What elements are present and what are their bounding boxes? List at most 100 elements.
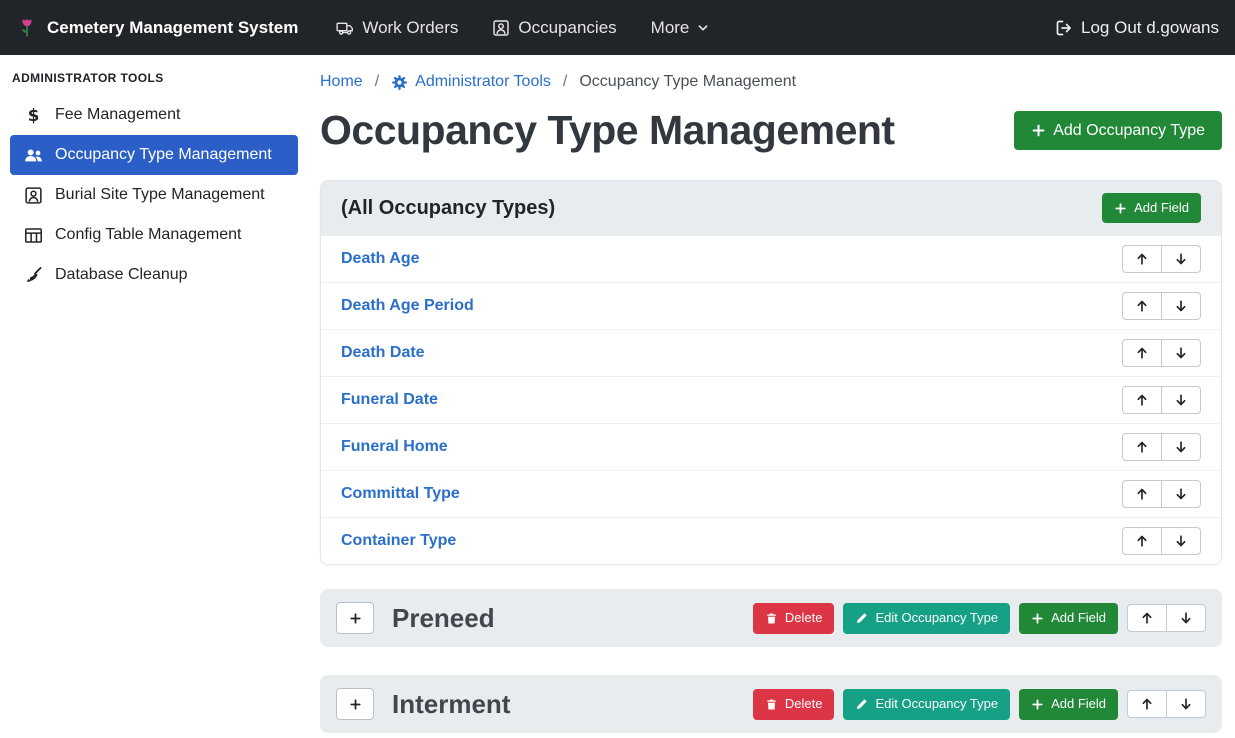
plus-icon xyxy=(1031,123,1046,138)
arrow-up-icon xyxy=(1135,252,1149,266)
add-field-button[interactable]: Add Field xyxy=(1019,603,1118,633)
arrow-up-icon xyxy=(1135,299,1149,313)
sidebar-item-label: Database Cleanup xyxy=(55,266,188,284)
field-link-funeral-date[interactable]: Funeral Date xyxy=(341,391,438,409)
arrow-down-icon xyxy=(1174,440,1188,454)
arrow-down-icon xyxy=(1174,534,1188,548)
sidebar-item-burial-site-type-management[interactable]: Burial Site Type Management xyxy=(0,175,308,215)
field-link-committal-type[interactable]: Committal Type xyxy=(341,485,460,503)
field-row: Committal Type xyxy=(321,470,1221,517)
all-occupancy-types-header: (All Occupancy Types) Add Field xyxy=(321,181,1221,235)
occupancy-portrait-icon xyxy=(492,19,510,37)
arrow-down-icon xyxy=(1174,346,1188,360)
section-actions: Delete Edit Occupancy Type Add Field xyxy=(753,689,1206,719)
plus-icon xyxy=(1031,698,1044,711)
app-brand[interactable]: Cemetery Management System xyxy=(16,17,298,39)
occupancy-type-sections: Preneed Delete Edit Occupancy Type Add F… xyxy=(320,589,1222,733)
move-down-button[interactable] xyxy=(1166,604,1206,632)
breadcrumb: Home / Administrator Tools / Occupancy T… xyxy=(320,73,1222,91)
move-up-button[interactable] xyxy=(1127,604,1167,632)
arrow-up-icon xyxy=(1135,346,1149,360)
nav-occupancies[interactable]: Occupancies xyxy=(492,18,616,38)
breadcrumb-current: Occupancy Type Management xyxy=(579,73,796,91)
move-up-button[interactable] xyxy=(1122,339,1162,367)
occupancy-type-title: Preneed xyxy=(392,603,495,634)
add-field-button[interactable]: Add Field xyxy=(1019,689,1118,719)
occupancy-type-section-interment: Interment Delete Edit Occupancy Type Add… xyxy=(320,675,1222,733)
field-list: Death Age Death Age Period Death Date xyxy=(321,235,1221,564)
logout-button[interactable]: Log Out d.gowans xyxy=(1055,18,1219,38)
add-field-button[interactable]: Add Field xyxy=(1102,193,1201,223)
expand-button[interactable] xyxy=(336,602,374,634)
dollar-icon xyxy=(24,106,43,125)
plus-icon xyxy=(1031,612,1044,625)
move-down-button[interactable] xyxy=(1161,245,1201,273)
occupancy-type-title: Interment xyxy=(392,689,510,720)
field-link-container-type[interactable]: Container Type xyxy=(341,532,456,550)
field-link-death-age-period[interactable]: Death Age Period xyxy=(341,297,474,315)
arrow-up-icon xyxy=(1135,393,1149,407)
move-up-button[interactable] xyxy=(1122,245,1162,273)
move-down-button[interactable] xyxy=(1161,292,1201,320)
move-up-button[interactable] xyxy=(1122,480,1162,508)
reorder-buttons xyxy=(1122,292,1201,320)
add-occupancy-type-button[interactable]: Add Occupancy Type xyxy=(1014,111,1222,151)
move-down-button[interactable] xyxy=(1161,480,1201,508)
sidebar-item-occupancy-type-management[interactable]: Occupancy Type Management xyxy=(10,135,298,175)
reorder-buttons xyxy=(1122,339,1201,367)
main-nav: Work Orders Occupancies More xyxy=(336,18,709,38)
move-down-button[interactable] xyxy=(1161,527,1201,555)
move-down-button[interactable] xyxy=(1161,386,1201,414)
arrow-up-icon xyxy=(1135,534,1149,548)
sidebar-item-fee-management[interactable]: Fee Management xyxy=(0,95,308,135)
sidebar-heading: ADMINISTRATOR TOOLS xyxy=(0,65,308,95)
broom-icon xyxy=(24,266,43,285)
breadcrumb-administrator-tools-label: Administrator Tools xyxy=(415,73,551,91)
move-up-button[interactable] xyxy=(1122,386,1162,414)
edit-occupancy-type-label: Edit Occupancy Type xyxy=(875,697,998,711)
table-icon xyxy=(24,226,43,245)
field-link-funeral-home[interactable]: Funeral Home xyxy=(341,438,448,456)
move-up-button[interactable] xyxy=(1122,527,1162,555)
edit-occupancy-type-button[interactable]: Edit Occupancy Type xyxy=(843,689,1010,719)
field-link-death-date[interactable]: Death Date xyxy=(341,344,425,362)
nav-occupancies-label: Occupancies xyxy=(518,18,616,38)
occupancy-type-section-preneed: Preneed Delete Edit Occupancy Type Add F… xyxy=(320,589,1222,647)
move-up-button[interactable] xyxy=(1122,433,1162,461)
move-down-button[interactable] xyxy=(1161,339,1201,367)
pencil-icon xyxy=(855,612,868,625)
add-field-label: Add Field xyxy=(1051,697,1106,711)
field-link-death-age[interactable]: Death Age xyxy=(341,250,420,268)
delete-button[interactable]: Delete xyxy=(753,603,835,633)
truck-icon xyxy=(336,19,354,37)
portrait-icon xyxy=(24,186,43,205)
arrow-down-icon xyxy=(1179,697,1193,711)
move-down-button[interactable] xyxy=(1166,690,1206,718)
arrow-down-icon xyxy=(1179,611,1193,625)
sidebar-item-config-table-management[interactable]: Config Table Management xyxy=(0,215,308,255)
move-up-button[interactable] xyxy=(1122,292,1162,320)
nav-more[interactable]: More xyxy=(651,18,710,38)
arrow-up-icon xyxy=(1140,611,1154,625)
sidebar-item-label: Config Table Management xyxy=(55,226,242,244)
arrow-down-icon xyxy=(1174,393,1188,407)
move-down-button[interactable] xyxy=(1161,433,1201,461)
delete-label: Delete xyxy=(785,697,823,711)
add-occupancy-type-label: Add Occupancy Type xyxy=(1053,122,1205,140)
arrow-down-icon xyxy=(1174,299,1188,313)
reorder-buttons xyxy=(1122,480,1201,508)
logout-icon xyxy=(1055,19,1073,37)
arrow-up-icon xyxy=(1140,697,1154,711)
breadcrumb-home[interactable]: Home xyxy=(320,73,363,91)
top-navbar: Cemetery Management System Work Orders O… xyxy=(0,0,1235,55)
edit-occupancy-type-button[interactable]: Edit Occupancy Type xyxy=(843,603,1010,633)
sidebar-item-label: Burial Site Type Management xyxy=(55,186,265,204)
sidebar-item-database-cleanup[interactable]: Database Cleanup xyxy=(0,255,308,295)
expand-button[interactable] xyxy=(336,688,374,720)
breadcrumb-administrator-tools[interactable]: Administrator Tools xyxy=(391,73,551,91)
move-up-button[interactable] xyxy=(1127,690,1167,718)
plus-icon xyxy=(1114,202,1127,215)
reorder-buttons xyxy=(1122,527,1201,555)
delete-button[interactable]: Delete xyxy=(753,689,835,719)
nav-work-orders[interactable]: Work Orders xyxy=(336,18,458,38)
